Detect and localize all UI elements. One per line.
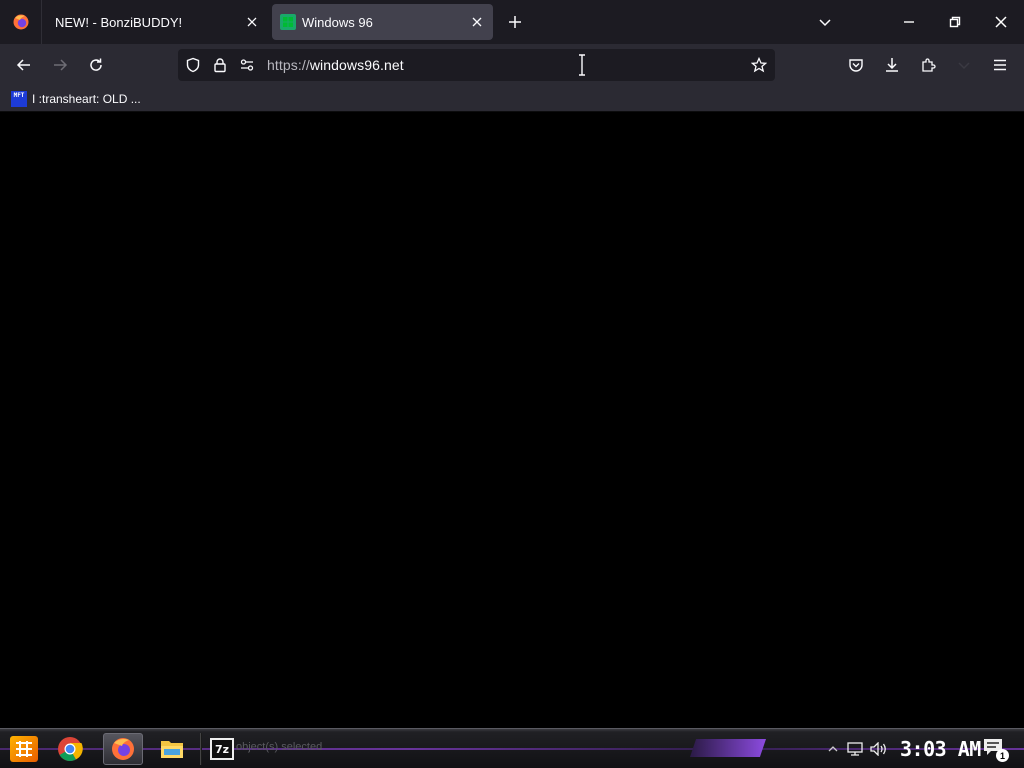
bookmarks-toolbar: MFT I :transheart: OLD ... <box>0 86 1024 112</box>
close-tab-icon[interactable] <box>240 10 264 34</box>
bookmark-label: I :transheart: OLD ... <box>32 92 141 106</box>
lock-icon[interactable] <box>211 56 229 74</box>
forward-button[interactable] <box>46 51 74 79</box>
taskbar-status-text: object(s) selected <box>236 741 323 753</box>
restore-icon <box>949 16 961 28</box>
taskbar-separator <box>200 733 202 765</box>
file-explorer-icon <box>161 741 183 758</box>
close-window-button[interactable] <box>978 0 1024 44</box>
chevron-up-icon <box>828 746 838 752</box>
minimize-icon <box>904 21 914 23</box>
text-cursor-icon <box>579 54 585 76</box>
app-menu-button[interactable] <box>986 51 1014 79</box>
tab-strip: NEW! - BonziBUDDY! Windows 96 <box>0 0 1024 44</box>
tray-volume[interactable] <box>870 740 888 758</box>
bookmark-star-icon[interactable] <box>750 56 768 74</box>
tab-title: Windows 96 <box>302 14 373 30</box>
notification-center-button[interactable]: 1 <box>983 738 1009 762</box>
bookmark-favicon-icon: MFT <box>11 91 27 107</box>
taskbar: 7z object(s) selected 3:03 AM 1 <box>0 728 1024 768</box>
reload-button[interactable] <box>82 51 110 79</box>
puzzle-icon <box>922 58 936 72</box>
network-icon <box>847 742 863 756</box>
notification-badge: 1 <box>996 749 1009 762</box>
taskbar-clock[interactable]: 3:03 AM <box>900 737 981 761</box>
pocket-icon <box>849 59 863 72</box>
url-protocol: https:// <box>267 57 310 73</box>
download-icon <box>886 58 898 72</box>
url-host: windows96.net <box>309 57 404 73</box>
restore-button[interactable] <box>932 0 978 44</box>
close-tab-icon[interactable] <box>465 10 489 34</box>
hamburger-menu-icon <box>994 59 1006 71</box>
downloads-button[interactable] <box>878 51 906 79</box>
chevron-down-icon <box>819 19 831 27</box>
firefox-view-button[interactable] <box>0 0 42 44</box>
taskbar-firefox[interactable] <box>103 733 143 765</box>
taskbar-decoration <box>690 739 766 757</box>
extensions-button[interactable] <box>914 51 942 79</box>
tab-title: NEW! - BonziBUDDY! <box>55 14 183 30</box>
list-all-tabs-button[interactable] <box>813 10 837 34</box>
arrow-right-icon <box>54 59 68 71</box>
permissions-icon[interactable] <box>238 56 256 74</box>
tab-bonzibuddy[interactable]: NEW! - BonziBUDDY! <box>46 4 268 40</box>
pocket-button[interactable] <box>842 51 870 79</box>
tab-windows96[interactable]: Windows 96 <box>272 4 493 40</box>
back-button[interactable] <box>10 51 38 79</box>
page-content[interactable] <box>0 112 1024 728</box>
taskbar-chrome[interactable] <box>50 733 90 765</box>
new-tab-button[interactable] <box>503 10 527 34</box>
taskbar-7zip[interactable]: 7z <box>210 738 234 760</box>
firefox-icon <box>112 738 134 760</box>
start-logo-icon <box>10 736 38 762</box>
speaker-icon <box>870 742 886 756</box>
overflow-button[interactable] <box>950 51 978 79</box>
tray-overflow-button[interactable] <box>824 740 842 758</box>
reload-icon <box>90 58 102 71</box>
start-button[interactable] <box>8 734 40 764</box>
chrome-icon <box>58 737 83 762</box>
plus-icon <box>509 16 521 28</box>
taskbar-file-explorer[interactable] <box>152 733 192 765</box>
close-icon <box>995 16 1007 28</box>
bookmark-item[interactable]: MFT I :transheart: OLD ... <box>11 89 141 109</box>
url-bar[interactable]: https://windows96.net <box>178 49 775 81</box>
arrow-left-icon <box>16 59 30 71</box>
minimize-button[interactable] <box>886 0 932 44</box>
tray-network[interactable] <box>846 740 864 758</box>
windows96-icon <box>280 14 296 30</box>
tracking-protection-icon[interactable] <box>184 56 202 74</box>
firefox-icon <box>13 14 28 30</box>
url-text[interactable]: https://windows96.net <box>267 57 404 73</box>
navigation-toolbar: https://windows96.net <box>0 44 1024 86</box>
chevron-down-icon <box>958 62 970 70</box>
